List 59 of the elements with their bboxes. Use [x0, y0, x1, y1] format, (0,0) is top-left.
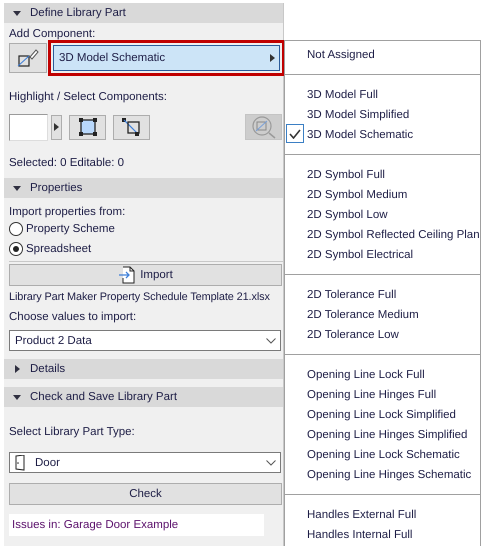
label: Add Component:	[9, 27, 96, 41]
menu-item[interactable]: 2D Symbol Low	[285, 205, 480, 225]
pencil-square-icon	[17, 49, 39, 67]
label: Highlight / Select Components:	[9, 90, 167, 104]
menu-item[interactable]: Opening Line Hinges Simplified	[285, 425, 480, 445]
section-header[interactable]: Properties	[4, 178, 283, 198]
menu-item[interactable]: 2D Symbol Full	[285, 165, 480, 185]
door-icon	[15, 454, 25, 470]
zoom-icon	[250, 115, 276, 139]
menu-item[interactable]: 3D Model Full	[285, 85, 480, 105]
values-select[interactable]: Product 2 Data	[9, 330, 281, 351]
radio-button[interactable]	[9, 242, 23, 256]
menu-item[interactable]: 3D Model Simplified	[285, 105, 480, 125]
label: Select Library Part Type:	[9, 425, 135, 439]
menu-item[interactable]: 2D Symbol Reflected Ceiling Plan	[285, 225, 480, 245]
menu-item[interactable]: Opening Line Lock Schematic	[285, 445, 480, 465]
menu-item[interactable]: Opening Line Hinges Schematic	[285, 465, 480, 485]
add-component-button[interactable]	[9, 43, 47, 73]
arrow-right-icon	[54, 123, 59, 131]
menu-item[interactable]: Opening Line Hinges Full	[285, 385, 480, 405]
menu-item[interactable]: 3D Model Schematic	[285, 125, 480, 145]
menu-item[interactable]: Handles Internal Full	[285, 525, 480, 545]
expand-icon	[13, 365, 21, 373]
collapse-icon	[13, 393, 21, 401]
section-header[interactable]: Define Library Part	[4, 3, 283, 23]
menu-item[interactable]: 2D Symbol Medium	[285, 185, 480, 205]
label: Library Part Maker Property Schedule Template 21.xlsx	[9, 290, 270, 304]
color-swatch[interactable]	[9, 114, 48, 140]
radio-label[interactable]: Spreadsheet	[26, 243, 92, 255]
import-button[interactable]: Import	[9, 264, 282, 286]
label: Choose values to import:	[9, 310, 136, 324]
type-select[interactable]: Door	[9, 452, 281, 473]
collapse-icon	[13, 184, 21, 192]
menu-item[interactable]: Opening Line Lock Full	[285, 365, 480, 385]
menu-item[interactable]: Opening Line Lock Simplified	[285, 405, 480, 425]
radio-button[interactable]	[9, 222, 23, 236]
select-component-button[interactable]	[113, 114, 150, 140]
dropdown-arrow-button[interactable]	[51, 114, 62, 140]
import-icon	[118, 266, 136, 284]
menu-item[interactable]: 2D Symbol Electrical	[285, 245, 480, 265]
section-header[interactable]: Check and Save Library Part	[4, 387, 283, 407]
label: Selected: 0 Editable: 0	[9, 156, 124, 170]
menu-item[interactable]: 2D Tolerance Low	[285, 325, 480, 345]
selection-frame-icon	[78, 117, 98, 137]
submenu-arrow-icon	[270, 54, 275, 62]
menu-item[interactable]: Handles External Full	[285, 505, 480, 525]
chevron-down-icon	[266, 338, 276, 344]
collapse-icon	[13, 9, 21, 17]
selection-line-icon	[120, 117, 142, 137]
menu-item[interactable]: 2D Tolerance Medium	[285, 305, 480, 325]
menu-item[interactable]: Not Assigned	[285, 45, 480, 65]
issues-field: Issues in: Garage Door Example	[9, 514, 264, 536]
section-header[interactable]: Details	[4, 359, 283, 379]
chevron-down-icon	[266, 460, 276, 466]
select-all-button[interactable]	[69, 114, 106, 140]
label: Import properties from:	[9, 205, 126, 219]
radio-label[interactable]: Property Scheme	[26, 223, 115, 235]
check-button[interactable]: Check	[9, 483, 282, 505]
menu-item[interactable]: 2D Tolerance Full	[285, 285, 480, 305]
